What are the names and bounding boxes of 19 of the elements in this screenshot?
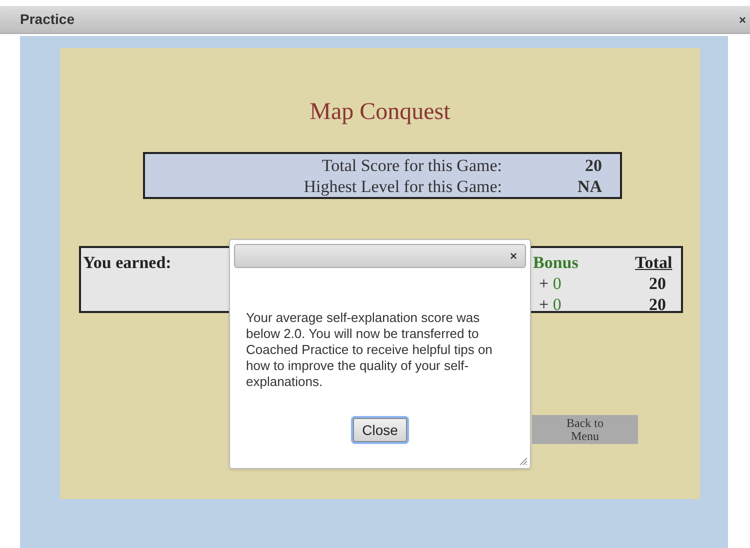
column-header: Bonus bbox=[533, 252, 578, 274]
summary-label: Total Score for this Game: bbox=[320, 154, 502, 176]
window-title: Practice bbox=[20, 10, 74, 29]
bonus-cell-text: + 0 bbox=[539, 294, 562, 316]
close-button[interactable]: × bbox=[738, 10, 746, 28]
bonus-cell-text: + 0 bbox=[539, 273, 562, 295]
total-cell-text: 20 bbox=[649, 273, 666, 295]
close-button[interactable]: × bbox=[510, 247, 517, 265]
total-cell-text: 20 bbox=[649, 294, 666, 316]
close-dialog-button[interactable]: Close bbox=[353, 418, 407, 442]
game-title: Map Conquest bbox=[310, 98, 450, 127]
summary-label: Highest Level for this Game: bbox=[302, 176, 502, 196]
column-header: Total bbox=[635, 252, 672, 274]
dialog-message: Your average self-explanation score was below 2.0. You will now be transferred to Coached Practice to receive helpful tips on how to improve the quality of your self-explanations. bbox=[246, 310, 494, 390]
summary-value: 20 bbox=[584, 154, 602, 176]
summary-value: NA bbox=[576, 176, 602, 196]
back-to-menu-button[interactable]: Back to Menu bbox=[532, 415, 638, 444]
resize-grip-icon bbox=[519, 457, 527, 465]
earned-label: You earned: bbox=[83, 252, 172, 274]
